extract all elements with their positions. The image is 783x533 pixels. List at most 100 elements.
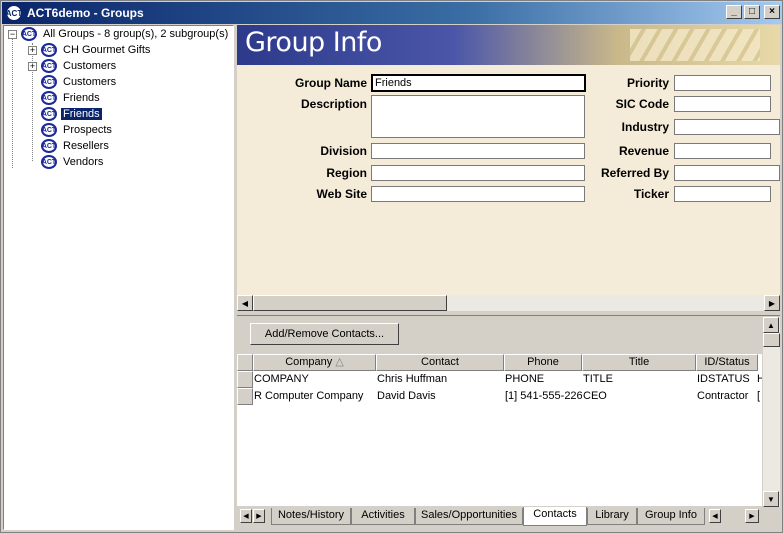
website-label: Web Site [316,187,367,201]
tree-item-label: Customers [63,60,117,72]
cell-company[interactable]: R Computer Company [253,388,376,405]
tree-root-label: All Groups - 8 group(s), 2 subgroup(s) [43,28,229,40]
sic-code-label: SIC Code [615,97,669,111]
ticker-label: Ticker [633,187,669,201]
tab-library[interactable]: Library [587,508,637,525]
cell-id-status[interactable]: Contractor [696,388,752,405]
group-name-field[interactable]: Friends [371,74,586,92]
appointments-graphic [630,29,760,61]
tab-contacts[interactable]: Contacts [523,507,587,526]
maximize-button[interactable]: □ [744,5,760,19]
group-info-banner: Group Info [237,25,780,65]
cell-phone[interactable]: [1] 541-555-226 [504,388,582,405]
tree-item-label: Customers [63,76,117,88]
sic-code-field[interactable] [674,96,771,112]
tree-item[interactable]: + ACT CH Gourmet Gifts [28,42,152,58]
tree-item-label: Vendors [63,156,104,168]
tree-item[interactable]: ACT Vendors [41,154,105,170]
group-icon: ACT [41,59,57,73]
tree-item-label: Prospects [63,124,112,136]
column-header-title[interactable]: Title [582,354,696,371]
scroll-left-icon[interactable]: ◀ [237,295,253,311]
row-selector[interactable] [237,388,253,405]
revenue-field[interactable] [674,143,771,159]
group-icon: ACT [41,139,57,153]
scroll-up-icon[interactable]: ▲ [763,317,779,333]
tree-item[interactable]: + ACT Customers [28,58,118,74]
referred-by-field[interactable] [674,165,780,181]
tree-line [12,39,13,168]
tree-root[interactable]: − ACT All Groups - 8 group(s), 2 subgrou… [8,26,230,42]
group-icon: ACT [21,27,37,41]
scroll-right-icon[interactable]: ▶ [764,295,780,311]
act-logo-icon: ACT [6,5,22,21]
row-selector[interactable] [237,371,253,388]
contacts-grid[interactable]: Company △ Contact Phone Title ID/Status … [237,354,762,506]
collapse-icon[interactable]: − [8,29,17,39]
ticker-field[interactable] [674,186,771,202]
scroll-right-icon[interactable]: ▶ [745,509,759,523]
division-label: Division [320,144,367,158]
group-icon: ACT [41,43,57,57]
cell-id-status[interactable]: IDSTATUS [696,371,752,388]
tree-item[interactable]: ACT Customers [41,74,118,90]
cell-contact[interactable]: Chris Huffman [376,371,504,388]
banner-title: Group Info [245,27,382,58]
column-header-contact[interactable]: Contact [376,354,504,371]
tab-sales-opportunities[interactable]: Sales/Opportunities [415,508,523,525]
group-tree[interactable]: − ACT All Groups - 8 group(s), 2 subgrou… [3,25,234,530]
title-bar[interactable]: ACT ACT6demo - Groups _ □ × [2,2,782,24]
column-header-id-status[interactable]: ID/Status [696,354,758,371]
expand-icon[interactable]: + [28,45,37,55]
tab-prev-icon[interactable]: ◀ [240,509,252,523]
tab-notes-history[interactable]: Notes/History [271,508,351,525]
tree-item[interactable]: ACT Friends [41,90,102,106]
scroll-down-icon[interactable]: ▼ [763,491,779,507]
scroll-left-icon[interactable]: ◀ [709,509,721,523]
cell-overflow: H [757,373,762,385]
column-header-phone[interactable]: Phone [504,354,582,371]
revenue-label: Revenue [618,144,669,158]
cell-phone[interactable]: PHONE [504,371,582,388]
priority-field[interactable] [674,75,771,91]
cell-title[interactable]: CEO [582,388,696,405]
sort-ascending-icon: △ [335,356,344,368]
tree-item-label: Resellers [63,140,109,152]
add-remove-contacts-button[interactable]: Add/Remove Contacts... [250,323,399,345]
tree-item-selected[interactable]: ACT Friends [41,106,103,122]
region-label: Region [326,166,367,180]
cell-contact[interactable]: David Davis [376,388,504,405]
group-info-form: Group Name Friends Description Division … [237,65,780,295]
group-name-label: Group Name [294,76,367,90]
tree-item-label: CH Gourmet Gifts [63,44,151,56]
industry-field[interactable] [674,119,780,135]
scroll-thumb[interactable] [763,333,780,347]
contacts-vscrollbar[interactable]: ▲ ▼ [763,317,780,507]
group-icon: ACT [41,91,57,105]
minimize-button[interactable]: _ [726,5,742,19]
cell-company[interactable]: COMPANY [253,371,376,388]
close-button[interactable]: × [764,5,780,19]
referred-by-label: Referred By [600,166,669,180]
tree-item[interactable]: ACT Prospects [41,122,114,138]
scroll-thumb[interactable] [253,295,447,311]
tab-next-icon[interactable]: ▶ [253,509,265,523]
priority-label: Priority [626,76,669,90]
group-icon: ACT [41,107,57,121]
division-field[interactable] [371,143,585,159]
grid-corner [237,354,253,371]
group-icon: ACT [41,123,57,137]
cell-title[interactable]: TITLE [582,371,696,388]
column-header-company[interactable]: Company △ [253,354,376,371]
window-title: ACT6demo - Groups [27,6,144,20]
website-field[interactable] [371,186,585,202]
tab-group-info[interactable]: Group Info [637,508,705,525]
form-hscrollbar[interactable]: ◀ ▶ [237,295,780,311]
region-field[interactable] [371,165,585,181]
expand-icon[interactable]: + [28,61,37,71]
tab-activities[interactable]: Activities [351,508,415,525]
description-field[interactable] [371,95,585,138]
cell-overflow: [ [757,390,761,402]
industry-label: Industry [621,120,669,134]
tree-item[interactable]: ACT Resellers [41,138,111,154]
